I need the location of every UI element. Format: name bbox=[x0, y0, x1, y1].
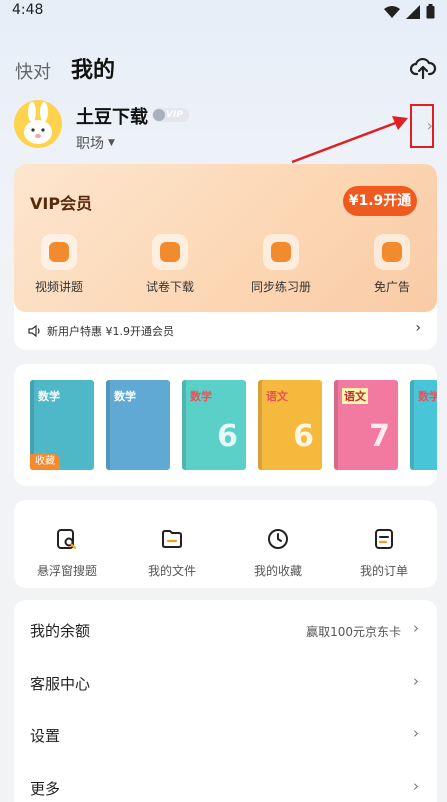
folder-icon bbox=[162, 530, 182, 548]
menu-item-customer-service[interactable]: 客服中心 › bbox=[14, 657, 437, 709]
promo-banner[interactable]: 新用户特惠 ¥1.9开通会员 › bbox=[14, 312, 437, 350]
book-title: 数学 bbox=[418, 390, 437, 403]
menu-item-label: 设置 bbox=[30, 727, 61, 745]
vip-badge-label: VIP bbox=[166, 110, 183, 120]
chevron-right-icon: › bbox=[413, 672, 419, 690]
book-title: 数学 bbox=[114, 390, 136, 403]
vip-feature-workbook[interactable]: 同步练习册 bbox=[241, 234, 321, 295]
book-icon bbox=[271, 242, 291, 262]
vip-banner: VIP会员 ¥1.9开通 视频讲题 试卷下载 同步练习册 免广告 bbox=[14, 164, 437, 312]
annotation-highlight-box bbox=[410, 104, 434, 148]
books-shelf: 数学 收藏 数学 数学 6 语文 6 语文 7 数学 5 bbox=[14, 364, 437, 486]
book-grade: 6 bbox=[217, 419, 238, 454]
tool-my-files[interactable]: 我的文件 bbox=[127, 528, 217, 579]
book-title: 数学 bbox=[38, 390, 60, 403]
vip-feature-download[interactable]: 试卷下载 bbox=[130, 234, 210, 295]
vip-feature-no-ads[interactable]: 免广告 bbox=[352, 234, 432, 295]
video-icon bbox=[49, 242, 69, 262]
vip-feature-label: 免广告 bbox=[373, 280, 410, 294]
cloud-upload-icon[interactable] bbox=[409, 54, 437, 82]
book-item[interactable]: 语文 6 bbox=[258, 380, 322, 470]
favorite-tag: 收藏 bbox=[30, 454, 60, 470]
tools-card: 悬浮窗搜题 我的文件 我的收藏 我的订单 bbox=[14, 500, 437, 588]
role-selector[interactable]: 职场 ▼ bbox=[76, 133, 115, 153]
menu-item-label: 更多 bbox=[30, 780, 61, 798]
no-ads-icon bbox=[382, 242, 402, 262]
bunny-avatar-icon bbox=[24, 102, 52, 144]
signal-icon bbox=[406, 4, 420, 19]
vip-card: VIP会员 ¥1.9开通 视频讲题 试卷下载 同步练习册 免广告 新用户特惠 ¥… bbox=[14, 164, 437, 350]
vip-badge: VIP bbox=[152, 108, 189, 122]
vip-title: VIP会员 bbox=[30, 194, 93, 213]
promo-chevron-icon: › bbox=[415, 320, 421, 336]
tool-label: 我的收藏 bbox=[253, 564, 302, 578]
chevron-right-icon: › bbox=[413, 724, 419, 742]
status-icons bbox=[384, 4, 435, 19]
book-title: 数学 bbox=[190, 390, 212, 403]
wifi-icon bbox=[384, 5, 400, 18]
tab-wode[interactable]: 我的 bbox=[71, 52, 115, 84]
book-item[interactable]: 语文 7 bbox=[334, 380, 398, 470]
chevron-right-icon: › bbox=[413, 619, 419, 637]
menu-item-balance[interactable]: 我的余额 赢取100元京东卡 › bbox=[14, 604, 437, 656]
tool-search-window[interactable]: 悬浮窗搜题 bbox=[22, 528, 112, 579]
tool-my-favorites[interactable]: 我的收藏 bbox=[233, 528, 323, 579]
menu-item-extra: 赢取100元京东卡 bbox=[306, 625, 401, 639]
clock-icon bbox=[268, 529, 288, 549]
vip-feature-label: 试卷下载 bbox=[145, 280, 194, 294]
vip-badge-icon bbox=[153, 109, 165, 121]
chevron-right-icon: › bbox=[413, 777, 419, 795]
tool-label: 我的文件 bbox=[147, 564, 196, 578]
username: 土豆下载 bbox=[76, 107, 148, 128]
tool-label: 我的订单 bbox=[359, 564, 408, 578]
book-title: 语文 bbox=[342, 388, 368, 404]
promo-text: 新用户特惠 ¥1.9开通会员 bbox=[47, 325, 174, 338]
book-grade: 6 bbox=[293, 419, 314, 454]
menu-item-label: 我的余额 bbox=[30, 622, 91, 640]
tool-label: 悬浮窗搜题 bbox=[36, 564, 97, 578]
download-icon bbox=[160, 242, 180, 262]
avatar[interactable] bbox=[14, 100, 62, 148]
order-icon bbox=[375, 529, 393, 549]
speaker-icon bbox=[28, 324, 40, 338]
status-bar: 4:48 bbox=[0, 0, 447, 24]
vip-feature-label: 视频讲题 bbox=[34, 280, 83, 294]
tool-my-orders[interactable]: 我的订单 bbox=[339, 528, 429, 579]
role-label: 职场 bbox=[76, 136, 104, 152]
caret-down-icon: ▼ bbox=[108, 138, 115, 148]
battery-icon bbox=[426, 4, 435, 19]
vip-feature-label: 同步练习册 bbox=[250, 280, 311, 294]
book-item[interactable]: 数学 收藏 bbox=[30, 380, 94, 470]
vip-feature-video[interactable]: 视频讲题 bbox=[19, 234, 99, 295]
status-time: 4:48 bbox=[12, 2, 44, 18]
book-item[interactable]: 数学 5 bbox=[410, 380, 437, 470]
vip-open-button[interactable]: ¥1.9开通 bbox=[343, 186, 417, 216]
book-title: 语文 bbox=[266, 390, 288, 403]
menu-item-settings[interactable]: 设置 › bbox=[14, 709, 437, 761]
menu-list: 我的余额 赢取100元京东卡 › 客服中心 › 设置 › 更多 › bbox=[14, 600, 437, 802]
header: 快对 我的 bbox=[0, 48, 447, 88]
annotation-arrow bbox=[291, 116, 408, 164]
search-window-icon bbox=[57, 529, 77, 550]
menu-item-label: 客服中心 bbox=[30, 675, 91, 693]
book-grade: 7 bbox=[369, 419, 390, 454]
book-item[interactable]: 数学 bbox=[106, 380, 170, 470]
book-item[interactable]: 数学 6 bbox=[182, 380, 246, 470]
tab-kuaidui[interactable]: 快对 bbox=[15, 58, 51, 84]
menu-item-more[interactable]: 更多 › bbox=[14, 762, 437, 802]
